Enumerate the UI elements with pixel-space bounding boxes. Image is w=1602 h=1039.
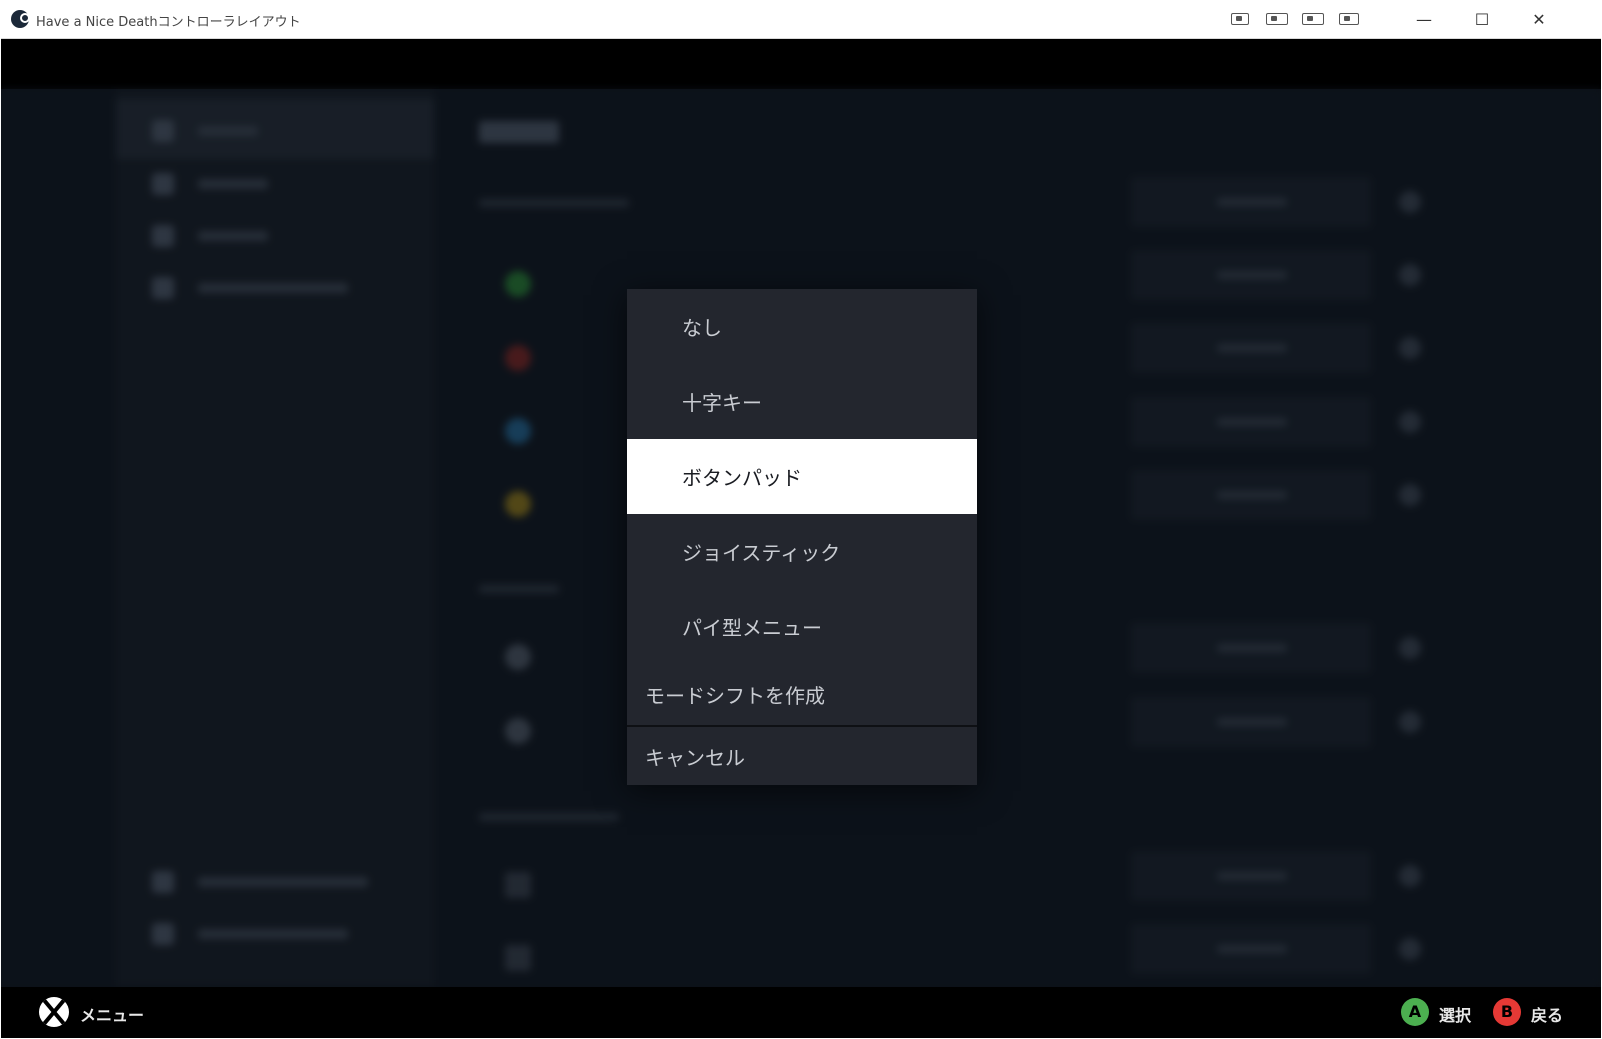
cast-icon[interactable] [1339,13,1359,25]
maximize-button[interactable]: ☐ [1459,7,1505,33]
back-label[interactable]: 戻る [1531,1002,1563,1026]
blurred-sidebar-item [152,923,382,945]
blurred-subheading [479,585,559,593]
blurred-a-glyph [505,271,531,297]
blurred-binding-button [1131,323,1371,373]
blurred-binding-button [1131,851,1371,901]
screenshot-icon[interactable] [1231,13,1249,25]
blurred-sidebar-item [152,120,382,142]
blurred-gear-icon [1399,191,1421,213]
menu-option-button-pad[interactable]: ボタンパッド [627,439,977,514]
blurred-binding-button [1131,697,1371,747]
xbox-guide-icon[interactable] [39,997,69,1027]
title-bar: Have a Nice Deathコントローラレイアウト — ☐ ✕ [1,1,1601,39]
blurred-gear-icon [1399,938,1421,960]
blurred-gear-icon [1399,264,1421,286]
blurred-menu-glyph [505,945,531,971]
blurred-sidebar-item [152,173,382,195]
window-title: Have a Nice Deathコントローラレイアウト [36,15,301,30]
menu-option-joystick[interactable]: ジョイスティック [627,514,977,589]
menu-option-none[interactable]: なし [627,289,977,364]
controller-icon[interactable] [1266,13,1288,25]
menu-option-pie-menu[interactable]: パイ型メニュー [627,589,977,664]
close-button[interactable]: ✕ [1516,7,1562,33]
blurred-subheading [479,813,619,821]
a-button-icon[interactable]: A [1401,998,1429,1026]
blurred-view-glyph [505,872,531,898]
select-label[interactable]: 選択 [1439,1002,1471,1026]
blurred-y-glyph [505,491,531,517]
top-band [1,39,1601,89]
blurred-sidebar-item [152,225,382,247]
blurred-x-glyph [505,418,531,444]
blurred-bumper-glyph [505,718,531,744]
blurred-gear-icon [1399,411,1421,433]
bottom-bar: メニュー A 選択 B 戻る [1,987,1601,1038]
blurred-gear-icon [1399,637,1421,659]
b-button-icon[interactable]: B [1493,998,1521,1026]
minimize-button[interactable]: — [1401,7,1447,33]
cancel-button[interactable]: キャンセル [627,727,977,785]
blurred-heading [479,121,559,143]
blurred-binding-button [1131,397,1371,447]
menu-option-dpad[interactable]: 十字キー [627,364,977,439]
blurred-gear-icon [1399,865,1421,887]
menu-label[interactable]: メニュー [80,1002,144,1026]
controller-layout-icon[interactable] [1302,13,1324,25]
mode-dropdown-menu: なし 十字キー ボタンパッド ジョイスティック パイ型メニュー モードシフトを作… [627,289,977,785]
blurred-gear-icon [1399,711,1421,733]
blurred-binding-button [1131,250,1371,300]
blurred-sidebar [116,89,434,987]
create-mode-shift-button[interactable]: モードシフトを作成 [627,664,977,724]
blurred-binding-button [1131,623,1371,673]
blurred-sidebar-item [152,871,382,893]
blurred-gear-icon [1399,337,1421,359]
steam-logo-icon [11,10,30,28]
blurred-binding-button [1131,924,1371,974]
app-window: Have a Nice Deathコントローラレイアウト — ☐ ✕ なし 十字… [1,1,1601,1038]
blurred-subheading [479,199,629,207]
blurred-bumper-glyph [505,644,531,670]
blurred-gear-icon [1399,484,1421,506]
blurred-b-glyph [505,345,531,371]
blurred-dropdown [1131,177,1371,227]
blurred-binding-button [1131,470,1371,520]
blurred-sidebar-item [152,277,382,299]
